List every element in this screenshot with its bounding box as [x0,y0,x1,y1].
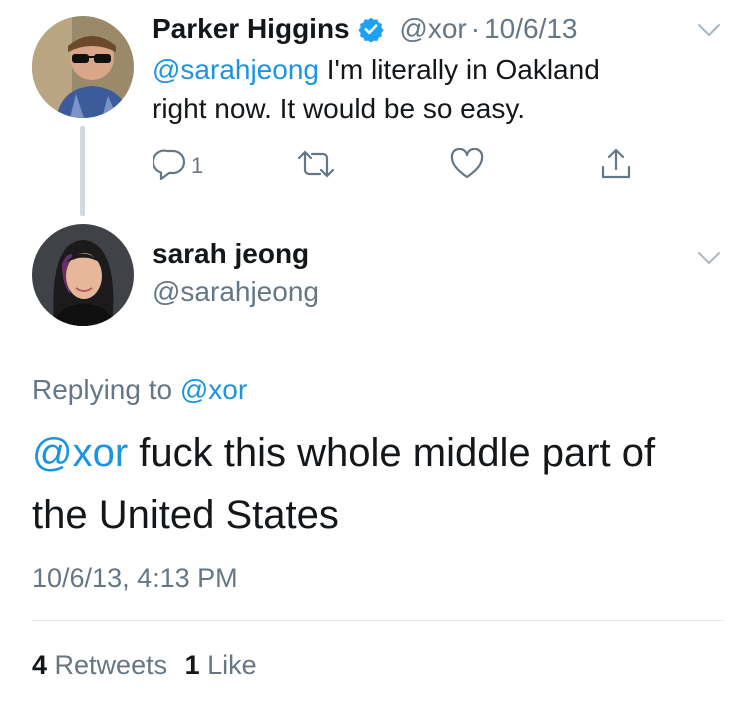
parent-tweet-header: Parker Higgins @xor · 10/6/13 [152,12,578,50]
share-button[interactable] [600,148,632,184]
likes-stat[interactable]: 1 Like [185,650,257,680]
main-tweet-mention[interactable]: @xor [32,431,128,475]
likes-count: 1 [184,650,200,680]
tweet-stats: 4 Retweets 1 Like [32,648,257,682]
like-icon [450,147,484,185]
replying-to-label: Replying to [32,374,180,405]
retweets-label: Retweets [47,650,168,680]
parent-author-handle[interactable]: @xor [399,13,466,44]
reply-icon [151,148,187,185]
chevron-down-icon[interactable] [697,22,721,43]
replying-to-line: Replying to @xor [32,372,247,408]
parent-tweet-date[interactable]: 10/6/13 [484,13,577,44]
replying-to-handle[interactable]: @xor [180,374,247,405]
header-separator: · [470,13,481,44]
parent-tweet-text: I'm literally in Oakland [318,54,600,85]
verified-badge-icon [358,16,384,50]
main-tweet-text-line1: @xor fuck this whole middle part of [32,422,655,484]
thread-connector-line [80,126,85,216]
main-author-name[interactable]: sarah jeong [152,237,309,271]
tweet-timestamp[interactable]: 10/6/13, 4:13 PM [32,561,238,595]
retweets-count: 4 [32,650,48,680]
parent-author-name[interactable]: Parker Higgins [152,13,350,44]
likes-label: Like [199,650,257,680]
main-tweet-text-line2: the United States [32,493,339,537]
like-button[interactable] [450,147,484,185]
main-tweet-text: fuck this whole middle part of [128,431,656,475]
retweet-icon [296,148,336,185]
reply-button[interactable]: 1 [151,148,204,185]
parent-tweet-text-line1: @sarahjeong I'm literally in Oakland [152,50,600,89]
chevron-down-icon-2[interactable] [697,250,721,271]
parker-higgins-avatar[interactable] [32,16,134,118]
parent-tweet-mention[interactable]: @sarahjeong [152,54,319,85]
share-icon [600,147,632,186]
reply-count: 1 [191,153,204,178]
main-author-handle[interactable]: @sarahjeong [152,275,319,309]
sarah-jeong-avatar[interactable] [32,224,134,326]
retweet-button[interactable] [296,148,336,184]
parent-tweet-text-line2: right now. It would be so easy. [152,93,526,124]
retweets-stat[interactable]: 4 Retweets [32,650,167,680]
stats-divider [32,620,724,621]
